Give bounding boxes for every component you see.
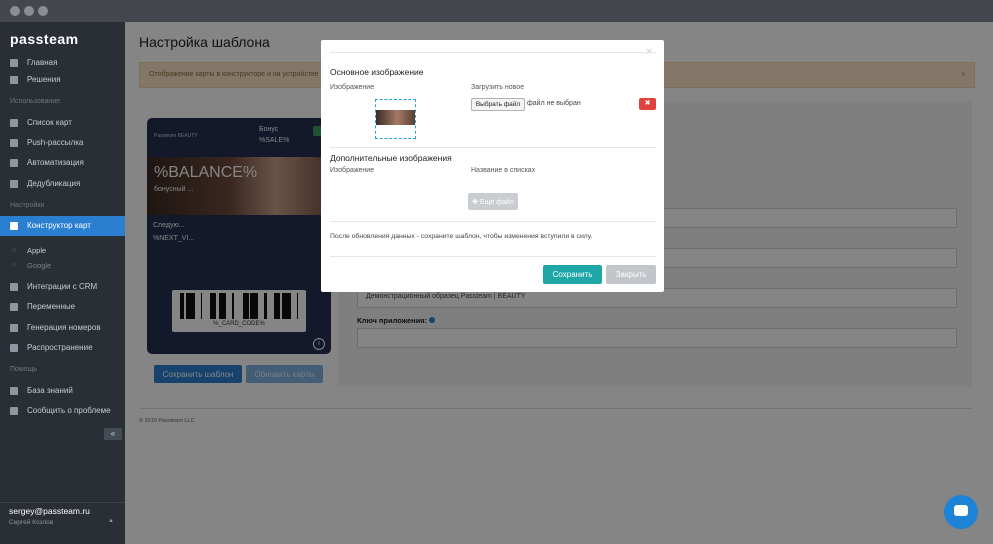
window-zoom-dot[interactable] xyxy=(38,6,48,16)
sidebar-item-knowledge[interactable]: База знаний xyxy=(0,381,125,401)
subitem-apple[interactable]: Apple xyxy=(27,246,46,255)
home-icon xyxy=(10,59,18,67)
delete-image-button[interactable]: ✖ xyxy=(639,98,656,110)
grid-icon xyxy=(10,324,18,332)
main-image-heading: Основное изображение xyxy=(330,67,424,77)
close-label: Закрыть xyxy=(615,270,647,279)
save-label: Сохранить xyxy=(552,270,593,279)
sidebar-item-number-gen[interactable]: Генерация номеров xyxy=(0,318,125,338)
extra-images-heading: Дополнительные изображения xyxy=(330,153,452,163)
section-help: Помощь xyxy=(10,366,38,373)
main-image-slot[interactable] xyxy=(375,99,416,139)
apple-bullet: ○ xyxy=(12,247,17,254)
extra-image-column-label: Изображение xyxy=(330,167,375,174)
extra-name-column-label: Название в списках xyxy=(471,167,536,174)
window-close-dot[interactable] xyxy=(10,6,20,16)
sidebar-item-push[interactable]: Push-рассылка xyxy=(0,133,125,153)
section-usage: Использование xyxy=(10,98,61,105)
sidebar-item-dedup[interactable]: Дедубликация xyxy=(0,174,125,194)
sidebar-item-crm[interactable]: Интеграции с CRM xyxy=(0,277,125,297)
add-file-button[interactable]: ✚ Еще файл xyxy=(468,193,518,210)
megaphone-icon xyxy=(10,139,18,147)
user-email: sergey@passteam.ru xyxy=(9,506,90,516)
sidebar-item-variables[interactable]: Переменные xyxy=(0,297,125,317)
modal-close-button[interactable]: Закрыть xyxy=(606,265,656,284)
sidebar: passteam Главная Решения Использование С… xyxy=(0,22,125,544)
modal-footer-divider xyxy=(330,256,656,257)
brush-icon xyxy=(10,222,18,230)
chevron-down-icon[interactable]: ▲ xyxy=(108,518,114,524)
list-icon xyxy=(10,76,18,84)
choose-file-button[interactable]: Выбрать файл xyxy=(471,98,525,111)
google-bullet: ○ xyxy=(12,262,17,269)
browser-window: passteam Главная Решения Использование С… xyxy=(0,0,993,544)
modal-mid-divider xyxy=(330,147,656,148)
sidebar-item-automation[interactable]: Автоматизация xyxy=(0,153,125,173)
user-name: Сергей Козлов xyxy=(9,519,54,526)
plug-icon xyxy=(10,283,18,291)
modal-top-divider xyxy=(330,52,656,53)
image-column-label: Изображение xyxy=(330,84,375,91)
user-block[interactable]: sergey@passteam.ru Сергей Козлов ▲ xyxy=(0,502,125,544)
list-icon xyxy=(10,303,18,311)
sidebar-item-distribution[interactable]: Распространение xyxy=(0,338,125,358)
modal-note: После обновления данных - сохраните шабл… xyxy=(330,233,593,240)
window-minimize-dot[interactable] xyxy=(24,6,34,16)
modal-note-divider xyxy=(330,221,656,222)
sidebar-item-card-list[interactable]: Список карт xyxy=(0,113,125,133)
chat-button[interactable] xyxy=(944,495,978,529)
copy-icon xyxy=(10,180,18,188)
bell-icon xyxy=(10,344,18,352)
window-titlebar xyxy=(0,0,993,22)
section-settings: Настройки xyxy=(10,202,45,209)
sidebar-collapse-button[interactable]: « xyxy=(104,428,122,440)
gear-icon xyxy=(10,159,18,167)
sidebar-item-report[interactable]: Сообщить о проблеме xyxy=(0,401,125,421)
modal-save-button[interactable]: Сохранить xyxy=(543,265,602,284)
list-icon xyxy=(10,119,18,127)
sidebar-item-card-builder[interactable]: Конструктор карт xyxy=(0,216,125,236)
lifebuoy-icon xyxy=(10,387,18,395)
subitem-google[interactable]: Google xyxy=(27,261,51,270)
app-logo[interactable]: passteam xyxy=(10,31,79,47)
chat-icon xyxy=(954,505,968,516)
upload-column-label: Загрузить новое xyxy=(471,84,525,91)
main-image-thumbnail xyxy=(376,110,415,125)
file-status: файл не выбран xyxy=(527,100,581,107)
gear-icon xyxy=(10,407,18,415)
sidebar-item-solutions[interactable]: Решения xyxy=(0,70,125,90)
image-modal: × Основное изображение Изображение Загру… xyxy=(321,40,664,292)
